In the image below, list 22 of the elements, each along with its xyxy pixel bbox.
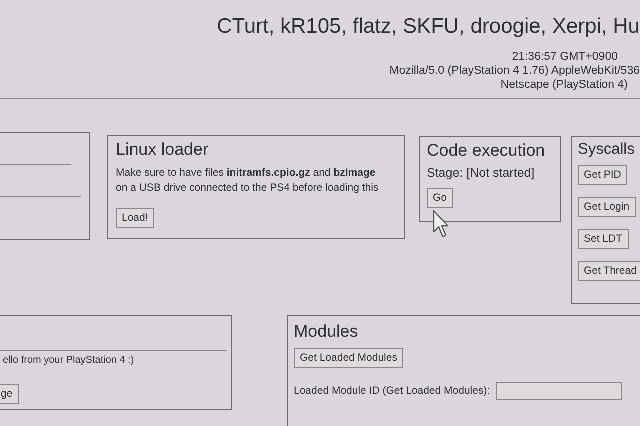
syscall-button[interactable]: Set LDT xyxy=(578,229,629,249)
instructions-text: Make sure to have files initramfs.cpio.gz and bzImage on a USB drive connected to the PS4 before loading this xyxy=(116,166,380,196)
get-modules-button[interactable]: Get Loaded Modules xyxy=(294,348,404,368)
user-agent-text: Mozilla/5.0 (PlayStation 4 1.76) AppleWebKit/536 xyxy=(390,65,640,77)
pointer-cursor-icon xyxy=(433,210,449,238)
syscall-button[interactable]: Get PID xyxy=(578,165,628,185)
panel-title: Syscalls xyxy=(578,141,635,159)
panel-title: Linux loader xyxy=(116,140,210,160)
message-button[interactable]: ge xyxy=(0,384,19,404)
go-button[interactable]: Go xyxy=(427,188,454,208)
message-text: ello from your PlayStation 4 :) xyxy=(3,355,136,366)
panel-title: Code execution xyxy=(427,141,546,161)
stage-text: Stage: [Not started] xyxy=(427,166,536,180)
app-name-text: Netscape (PlayStation 4) xyxy=(500,79,628,91)
panel-title: Modules xyxy=(294,322,360,342)
module-id-field[interactable] xyxy=(496,382,622,400)
load-button[interactable]: Load! xyxy=(116,208,154,228)
module-id-label: Loaded Module ID (Get Loaded Modules): xyxy=(294,385,490,397)
syscall-button[interactable]: Get Login xyxy=(578,197,636,217)
syscall-button[interactable]: Get Thread xyxy=(578,261,640,281)
credits-text: CTurt, kR105, flatz, SKFU, droogie, Xerpi, Hu xyxy=(217,15,640,39)
time-text: 21:36:57 GMT+0900 xyxy=(512,51,618,63)
